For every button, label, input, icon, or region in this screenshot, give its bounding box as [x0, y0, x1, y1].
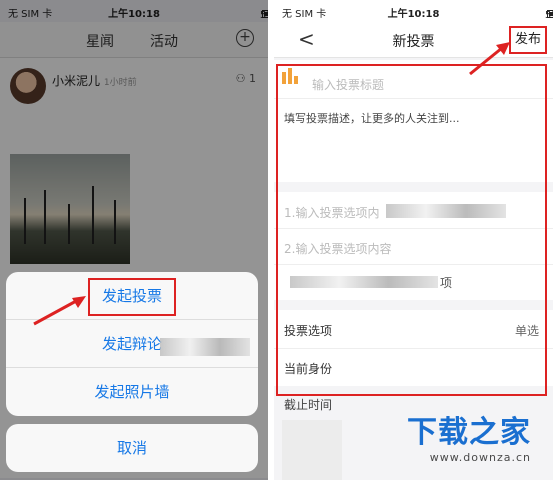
image-placeholder — [282, 420, 342, 480]
cancel-button[interactable]: 取消 — [6, 424, 258, 472]
watermark-title: 下载之家 — [407, 415, 531, 450]
publish-button[interactable]: 发布 — [509, 26, 547, 54]
highlight-box — [276, 64, 547, 396]
page-title: 新投票 — [392, 34, 435, 50]
highlight-box — [88, 278, 176, 316]
status-bar: 无 SIM 卡 上午10:18 55% — [274, 0, 553, 22]
battery-icon — [547, 10, 553, 18]
right-screen: 无 SIM 卡 上午10:18 55% < 新投票 发布 输入投票标题 填写投票… — [274, 0, 553, 480]
left-screen: 无 SIM 卡 上午10:18 55% 星闻 活动 + 小米泥儿 1小时前 ⚇ … — [0, 0, 268, 480]
start-photo-wall-button[interactable]: 发起照片墙 — [6, 368, 258, 416]
pointer-arrow-icon — [469, 42, 510, 76]
back-icon[interactable]: < — [298, 27, 315, 51]
carrier-label: 无 SIM 卡 — [282, 9, 327, 20]
watermark-url: www.downza.cn — [429, 451, 531, 464]
clock: 上午10:18 — [387, 9, 440, 20]
pointer-arrow-icon — [33, 296, 86, 326]
blur-mark — [160, 338, 250, 356]
watermark: 下载之家 www.downza.cn — [407, 407, 531, 464]
